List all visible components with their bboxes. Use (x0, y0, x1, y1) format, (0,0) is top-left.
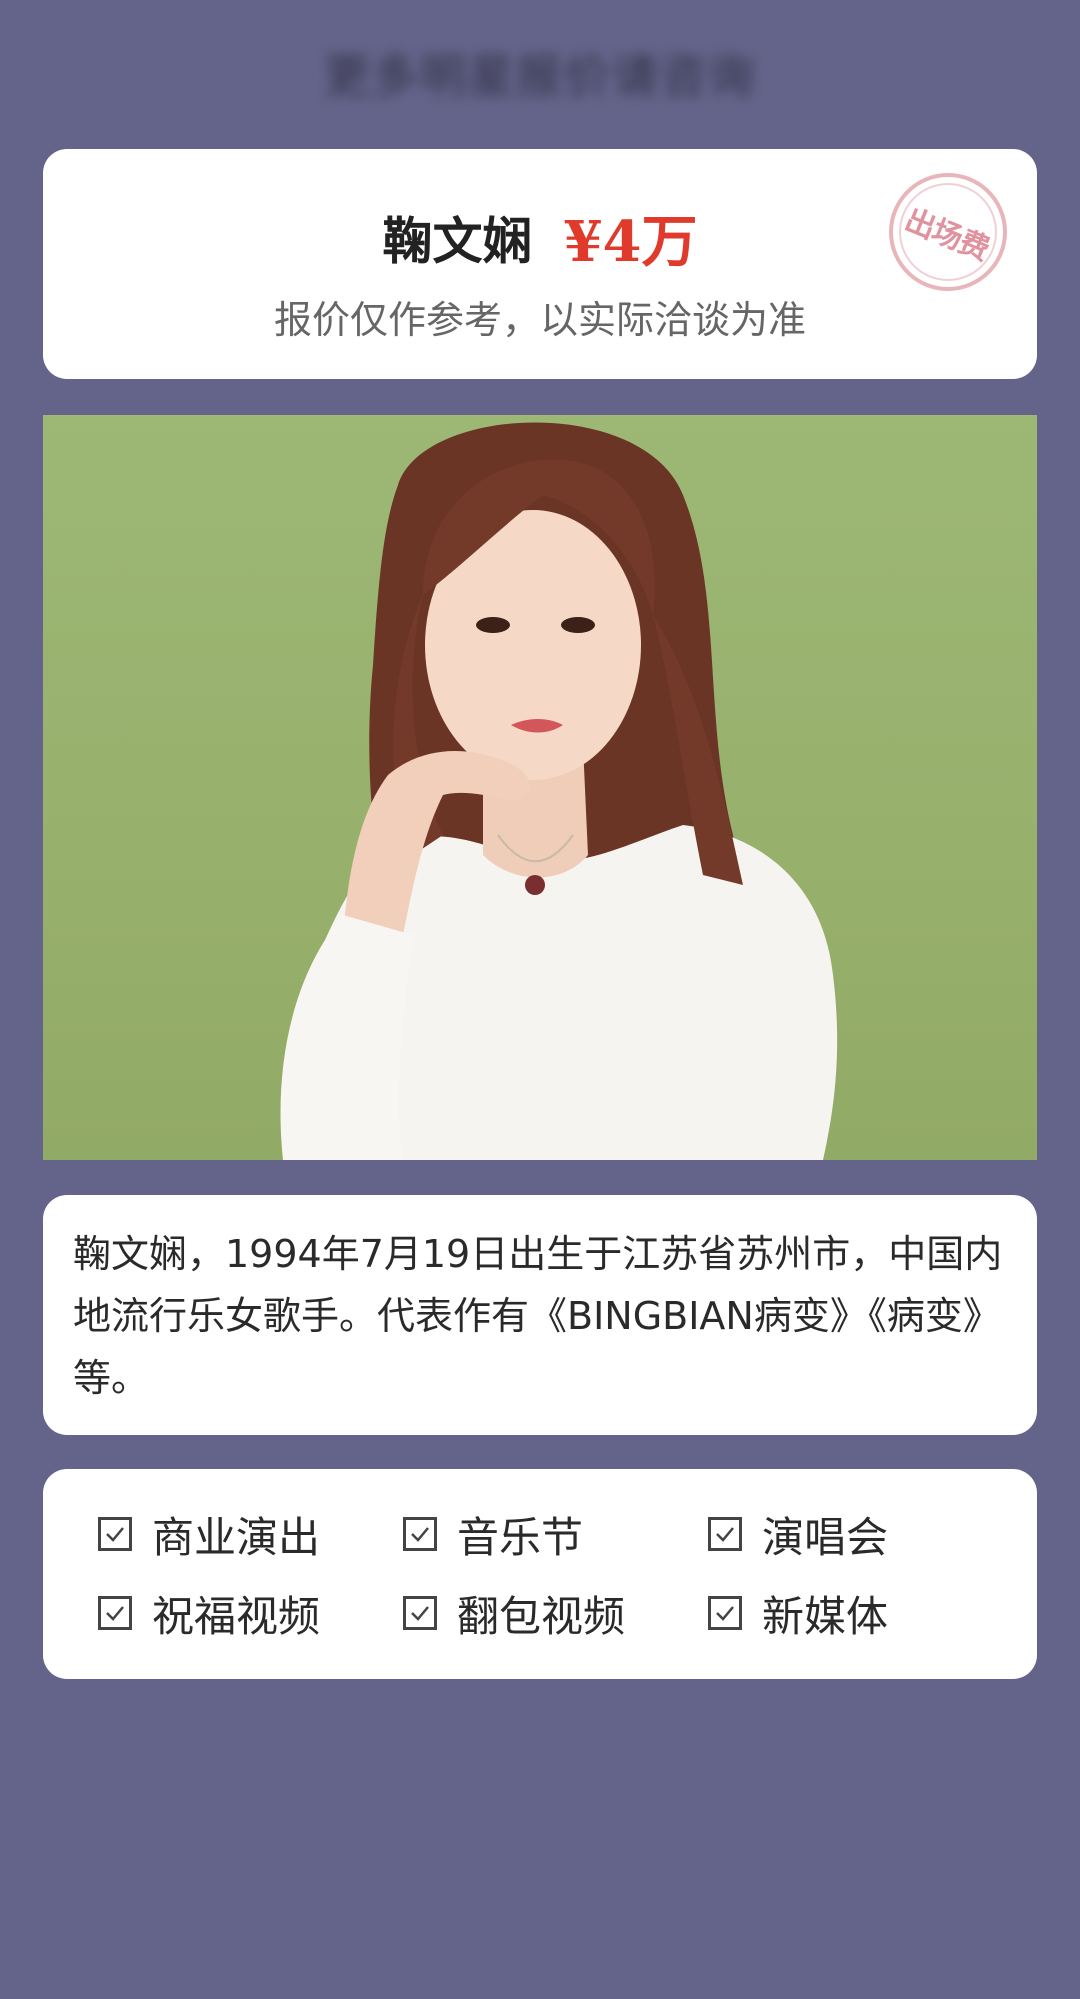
check-icon (403, 1517, 437, 1551)
check-icon (708, 1517, 742, 1551)
service-item-greeting-video: 祝福视频 (98, 1583, 320, 1643)
price-row: 鞠文娴 ¥4万 (43, 197, 1037, 278)
stamp-label: 出场费 (899, 202, 994, 268)
service-label: 音乐节 (457, 1512, 584, 1562)
service-label: 新媒体 (762, 1591, 889, 1641)
services-card: 商业演出 音乐节 演唱会 祝福视频 翻包视频 新媒体 (43, 1469, 1037, 1679)
artist-photo (43, 415, 1037, 1160)
service-item-new-media: 新媒体 (708, 1583, 888, 1643)
bio-card: 鞠文娴，1994年7月19日出生于江苏省苏州市，中国内地流行乐女歌手。代表作有《… (43, 1195, 1037, 1435)
check-icon (98, 1596, 132, 1630)
fee-stamp-icon: 出场费 (871, 155, 1025, 309)
artist-bio: 鞠文娴，1994年7月19日出生于江苏省苏州市，中国内地流行乐女歌手。代表作有《… (73, 1232, 1003, 1400)
service-item-music-festival: 音乐节 (403, 1504, 583, 1564)
service-label: 祝福视频 (152, 1591, 321, 1641)
check-icon (708, 1596, 742, 1630)
service-label: 演唱会 (762, 1512, 889, 1562)
appearance-fee: ¥4万 (563, 209, 698, 275)
price-disclaimer: 报价仅作参考，以实际洽谈为准 (273, 298, 806, 342)
service-item-concert: 演唱会 (708, 1504, 888, 1564)
artist-portrait-illustration (280, 422, 838, 1160)
service-label: 翻包视频 (457, 1591, 626, 1641)
artist-name: 鞠文娴 (382, 212, 533, 271)
service-item-commercial: 商业演出 (98, 1504, 320, 1564)
check-icon (403, 1596, 437, 1630)
check-icon (98, 1517, 132, 1551)
blurred-header-title: 更多明星报价请咨询 (324, 49, 756, 103)
service-label: 商业演出 (152, 1512, 321, 1562)
service-item-remake-video: 翻包视频 (403, 1583, 625, 1643)
price-card: 鞠文娴 ¥4万 报价仅作参考，以实际洽谈为准 出场费 (43, 149, 1037, 379)
